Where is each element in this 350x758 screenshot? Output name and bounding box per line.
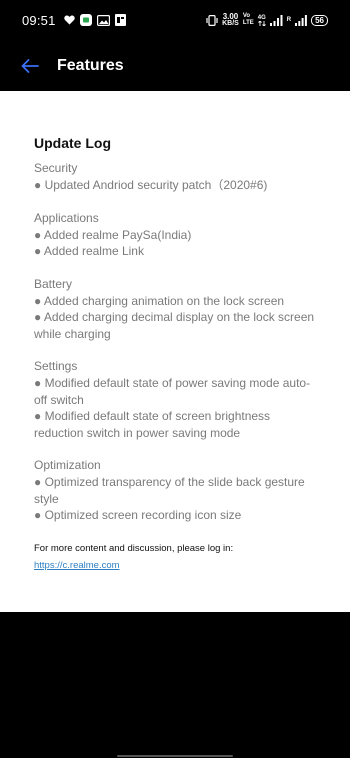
gallery-icon [96,14,110,26]
signal-bars-icon [269,14,283,26]
footer: For more content and discussion, please … [34,542,316,573]
back-button[interactable] [0,40,56,91]
data-arrows-icon [257,20,266,26]
list-item: ● Updated Andriod security patch（2020#6) [34,178,268,192]
list-item: ● Modified default state of power saving… [34,376,311,407]
list-item: ● Added realme Link [34,244,144,258]
network-speed-unit: KB/S [222,20,239,27]
app-bar: Features [0,40,350,91]
list-item: ● Optimized transparency of the slide ba… [34,475,305,506]
update-log-panel: Update Log Security ● Updated Andriod se… [0,91,350,612]
section-title: Applications [34,210,99,225]
vibrate-icon [206,14,218,26]
list-item: ● Modified default state of screen brigh… [34,409,271,440]
document-icon [114,14,126,26]
network-type: 4G [258,15,266,26]
update-log-title: Update Log [34,135,111,151]
notification-icons [63,14,126,26]
page-title: Features [57,56,124,74]
status-time: 09:51 [22,12,56,28]
section-settings: Settings ● Modified default state of pow… [34,358,316,441]
list-item: ● Added charging decimal display on the … [34,310,315,341]
chat-app-icon [79,14,92,26]
network-speed: 3.00 KB/S [222,12,239,28]
community-link[interactable]: https://c.realme.com [34,559,120,572]
heart-icon [63,15,75,25]
section-security: Security ● Updated Andriod security patc… [34,160,316,194]
section-title: Settings [34,359,78,373]
volte-top: Vo [242,13,251,19]
network-speed-value: 3.00 [222,12,239,21]
section-applications: Applications ● Added realme PaySa(India)… [34,210,316,260]
volte-indicator: Vo LTE [243,13,254,27]
roaming-label: R [286,17,292,23]
bottom-area [0,612,350,758]
volte-bottom: LTE [242,20,254,26]
footer-text: For more content and discussion, please … [34,542,234,554]
status-right-icons: 3.00 KB/S Vo LTE 4G R 56 [206,13,328,27]
list-item: ● Optimized screen recording icon size [34,508,242,522]
section-title: Security [34,161,78,175]
list-item: ● Added realme PaySa(India) [34,227,192,242]
signal-bars-2-icon [295,14,307,26]
section-title: Battery [34,276,73,291]
section-optimization: Optimization ● Optimized transparency of… [34,457,316,524]
battery-indicator: 56 [311,14,328,26]
section-battery: Battery ● Added charging animation on th… [34,276,316,343]
status-bar: 09:51 3.00 KB/S Vo LTE 4G R 56 [0,0,350,40]
back-arrow-icon [21,58,39,73]
home-indicator[interactable] [117,755,233,757]
list-item: ● Added charging animation on the lock s… [34,293,285,308]
section-title: Optimization [34,458,101,472]
